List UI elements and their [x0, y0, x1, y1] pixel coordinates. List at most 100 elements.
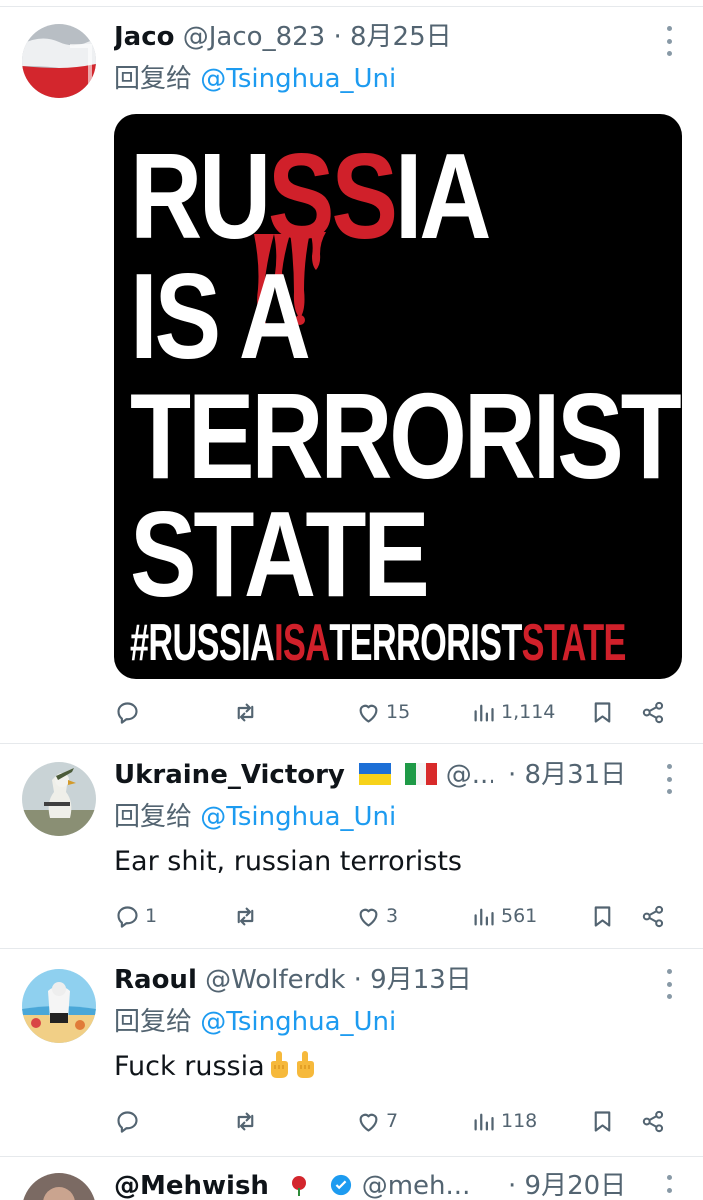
tweet-ukraine-victory[interactable]: Ukraine_Victory @... · 8月31日 回复给 @Tsingh…: [0, 744, 703, 948]
tweet-text: Ear shit, russian terrorists: [114, 846, 462, 877]
retweet-icon: [237, 703, 254, 721]
views-icon: [474, 908, 494, 925]
reply-icon: [117, 905, 138, 928]
reply-context: 回复给 @Tsinghua_Uni: [114, 62, 396, 96]
rose-emoji-icon: [292, 1176, 307, 1196]
tweet-header: Raoul @Wolferdk · 9月13日: [114, 963, 633, 997]
like-icon: [359, 908, 378, 927]
more-icon[interactable]: [665, 1175, 673, 1200]
like-icon: [359, 1113, 378, 1132]
share-button[interactable]: [640, 694, 667, 730]
bookmark-button[interactable]: [589, 694, 616, 730]
tweet-header: Ukraine_Victory @...: [114, 758, 493, 792]
svg-text:#RUSSIAISATERRORISTSTATE: #RUSSIAISATERRORISTSTATE: [130, 614, 626, 672]
verified-badge-icon: [331, 1174, 352, 1196]
like-button[interactable]: 3: [355, 898, 398, 934]
reply-count: 1: [145, 905, 158, 927]
tweet-mehwish[interactable]: @Mehwish @meh... · 9月20日: [0, 1157, 703, 1200]
reply-prefix: 回复给: [114, 802, 193, 832]
display-name[interactable]: @Mehwish: [114, 1171, 269, 1200]
share-icon: [642, 905, 664, 927]
date[interactable]: · 9月13日: [354, 965, 472, 995]
avatar[interactable]: [22, 24, 96, 98]
more-icon[interactable]: [665, 764, 673, 794]
avatar[interactable]: [22, 762, 96, 836]
handle[interactable]: @Wolferdk: [205, 965, 345, 995]
like-icon: [359, 704, 378, 723]
more-icon[interactable]: [665, 26, 673, 56]
avatar[interactable]: [22, 969, 96, 1043]
hashtag-c: TERRORIST: [329, 614, 522, 672]
date[interactable]: · 8月31日: [508, 760, 626, 790]
reply-button[interactable]: [114, 694, 145, 730]
display-name[interactable]: Raoul: [114, 965, 197, 995]
poster-ia: IA: [395, 128, 489, 265]
retweet-button[interactable]: [232, 1103, 263, 1139]
share-button[interactable]: [640, 1103, 667, 1139]
views-count: 1,114: [501, 701, 556, 723]
avatar[interactable]: [22, 1173, 96, 1200]
middle-finger-emoji-icon: [270, 1051, 288, 1078]
like-button[interactable]: 7: [355, 1103, 398, 1139]
reply-mention[interactable]: @Tsinghua_Uni: [200, 64, 396, 94]
reply-prefix: 回复给: [114, 1007, 193, 1037]
reply-context: 回复给 @Tsinghua_Uni: [114, 1005, 396, 1039]
views-count: 118: [501, 1110, 538, 1132]
middle-finger-emoji-icon: [296, 1051, 314, 1078]
handle[interactable]: @Jaco_823: [183, 22, 325, 52]
views-button[interactable]: 561: [470, 898, 537, 934]
date[interactable]: · 8月25日: [333, 22, 451, 52]
poster-image[interactable]: RUSSIA IS A TERRORIST STATE #RUSSIAISATE…: [114, 114, 682, 679]
hashtag-d: STATE: [522, 614, 626, 672]
ukraine-flag-icon: [359, 763, 392, 785]
reply-button[interactable]: [114, 1103, 145, 1139]
share-icon: [642, 701, 664, 723]
retweet-icon: [237, 907, 254, 925]
reply-context: 回复给 @Tsinghua_Uni: [114, 800, 396, 834]
like-count: 15: [386, 701, 411, 723]
retweet-button[interactable]: [232, 898, 263, 934]
tweet-header: @Mehwish @meh...: [114, 1169, 493, 1200]
views-icon: [474, 1113, 494, 1130]
bookmark-icon: [594, 701, 611, 723]
like-count: 7: [386, 1110, 399, 1132]
tweet-raoul[interactable]: Raoul @Wolferdk · 9月13日 回复给 @Tsinghua_Un…: [0, 949, 703, 1157]
bookmark-button[interactable]: [589, 1103, 616, 1139]
action-bar: 1 3 561: [0, 898, 703, 934]
hashtag-a: #RUSSIA: [130, 614, 274, 672]
views-icon: [474, 704, 494, 721]
views-count: 561: [501, 905, 538, 927]
share-button[interactable]: [640, 898, 667, 934]
bookmark-icon: [594, 1110, 611, 1132]
handle[interactable]: @meh...: [362, 1171, 471, 1200]
tweet-header: Jaco @Jaco_823 · 8月25日: [114, 20, 633, 54]
italy-flag-icon: [405, 763, 438, 785]
tweet-date: · 8月31日: [508, 758, 633, 792]
poster-line3: TERRORIST: [130, 368, 681, 505]
bookmark-button[interactable]: [589, 898, 616, 934]
tweet-jaco[interactable]: Jaco @Jaco_823 · 8月25日 回复给 @Tsinghua_Uni…: [0, 0, 703, 744]
date[interactable]: · 9月20日: [508, 1171, 626, 1200]
tweet-text-row: Fuck russia: [114, 1049, 317, 1085]
svg-text:RUSSIA: RUSSIA: [130, 128, 489, 265]
reply-mention[interactable]: @Tsinghua_Uni: [200, 802, 396, 832]
display-name[interactable]: Ukraine_Victory: [114, 760, 345, 790]
poster-line2: IS A: [130, 248, 309, 385]
handle[interactable]: @...: [446, 760, 493, 790]
display-name[interactable]: Jaco: [114, 22, 175, 52]
bookmark-icon: [594, 905, 611, 927]
views-button[interactable]: 118: [470, 1103, 537, 1139]
retweet-icon: [237, 1112, 254, 1130]
views-button[interactable]: 1,114: [470, 694, 555, 730]
tweet-text: Fuck russia: [114, 1051, 265, 1082]
reply-feed: Jaco @Jaco_823 · 8月25日 回复给 @Tsinghua_Uni…: [0, 0, 703, 1200]
reply-mention[interactable]: @Tsinghua_Uni: [200, 1007, 396, 1037]
retweet-button[interactable]: [232, 694, 263, 730]
hashtag-b: ISA: [274, 614, 329, 672]
like-count: 3: [386, 905, 399, 927]
poster-line4: STATE: [130, 486, 427, 623]
like-button[interactable]: 15: [355, 694, 410, 730]
more-icon[interactable]: [665, 969, 673, 999]
reply-icon: [117, 1110, 138, 1133]
reply-button[interactable]: 1: [114, 898, 157, 934]
